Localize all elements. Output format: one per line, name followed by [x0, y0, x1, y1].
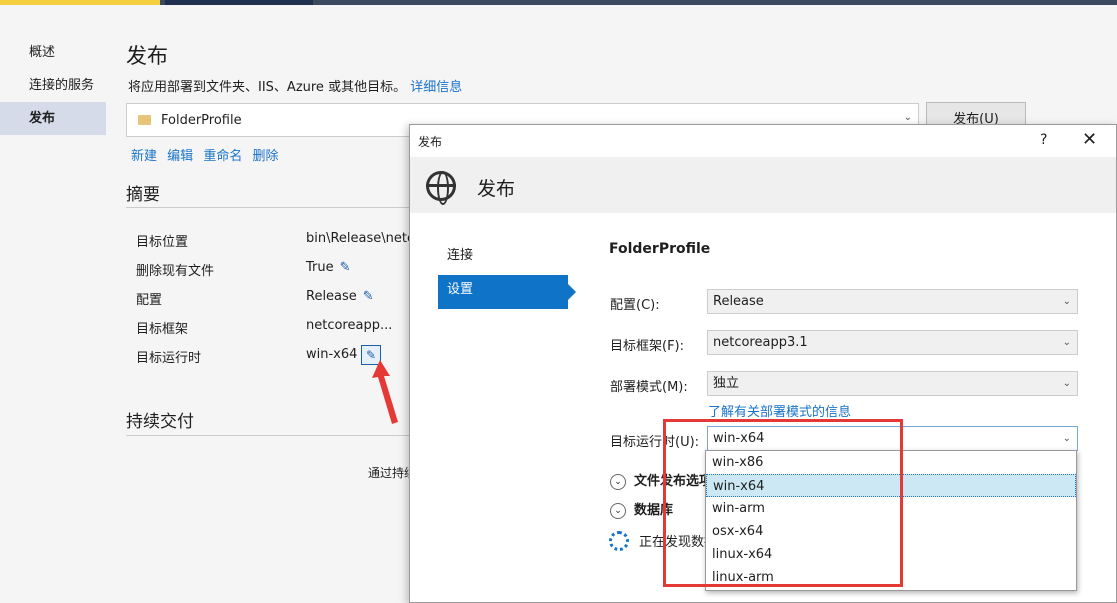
edit-profile-link[interactable]: 编辑: [167, 149, 193, 164]
deploy-mode-info-link[interactable]: 了解有关部署模式的信息: [708, 401, 851, 420]
deploy-mode-label: 部署模式(M):: [610, 380, 688, 395]
summary-value-config: Release ✎: [306, 289, 374, 304]
config-value: Release: [713, 294, 764, 309]
page-title: 发布: [126, 44, 168, 68]
deploy-mode-value: 独立: [713, 376, 740, 391]
loading-spinner-icon: [609, 531, 629, 551]
cd-title: 持续交付: [126, 412, 194, 432]
summary-label-framework: 目标框架: [136, 322, 189, 337]
chevron-down-icon: ⌄: [903, 112, 912, 123]
dialog-heading: 发布: [477, 178, 516, 200]
summary-value-delete-existing: True ✎: [306, 260, 351, 275]
dialog-titlebar: 发布 ? ✕: [410, 125, 1116, 157]
summary-value-text: netcoreapp...: [306, 318, 393, 333]
expand-chevron-icon: ⌄: [610, 473, 626, 490]
framework-select[interactable]: netcoreapp3.1 ⌄: [707, 330, 1078, 355]
globe-icon: [426, 171, 456, 205]
chevron-down-icon: ⌄: [1062, 337, 1071, 348]
details-link[interactable]: 详细信息: [410, 80, 462, 95]
summary-value-text: True: [306, 260, 334, 275]
top-tab-strip: [0, 0, 1117, 5]
summary-value-text: Release: [306, 289, 357, 304]
dialog-nav-connect[interactable]: 连接: [438, 241, 568, 275]
chevron-down-icon: ⌄: [1062, 378, 1071, 389]
dialog-header: 发布: [410, 157, 1116, 213]
summary-divider: [126, 207, 416, 208]
dialog-nav-settings[interactable]: 设置: [438, 275, 576, 309]
deploy-mode-select[interactable]: 独立 ⌄: [707, 371, 1078, 396]
summary-label-runtime: 目标运行时: [136, 351, 202, 366]
dialog-profile-name: FolderProfile: [609, 241, 711, 257]
document-tab[interactable]: [165, 0, 313, 5]
profile-name: FolderProfile: [161, 113, 242, 128]
help-icon[interactable]: ?: [1040, 132, 1047, 148]
summary-value-target-location: bin\Release\netc: [306, 231, 415, 246]
summary-label-delete-existing: 删除现有文件: [136, 264, 215, 279]
delete-profile-link[interactable]: 删除: [252, 149, 278, 164]
active-document-tab[interactable]: [0, 0, 160, 5]
new-profile-link[interactable]: 新建: [131, 149, 157, 164]
framework-label: 目标框架(F):: [610, 339, 685, 354]
page-description: 将应用部署到文件夹、IIS、Azure 或其他目标。 详细信息: [128, 76, 462, 95]
folder-icon: [138, 115, 151, 125]
chevron-down-icon: ⌄: [1062, 433, 1071, 444]
profile-actions: 新建 编辑 重命名 删除: [131, 145, 284, 164]
red-arrow-annotation: [372, 360, 398, 424]
description-text: 将应用部署到文件夹、IIS、Azure 或其他目标。: [128, 80, 407, 95]
summary-value-framework: netcoreapp...: [306, 318, 392, 333]
rename-profile-link[interactable]: 重命名: [203, 149, 242, 164]
config-select[interactable]: Release ⌄: [707, 289, 1078, 314]
sidebar-item-connected-services[interactable]: 连接的服务: [0, 69, 106, 102]
dialog-nav: 连接 设置: [438, 241, 576, 309]
summary-label-config: 配置: [136, 293, 163, 308]
pencil-icon[interactable]: ✎: [363, 289, 374, 304]
close-icon[interactable]: ✕: [1082, 129, 1097, 150]
summary-label-target-location: 目标位置: [136, 235, 189, 250]
cd-divider: [126, 435, 416, 436]
config-label: 配置(C):: [610, 298, 660, 313]
chevron-down-icon: ⌄: [1062, 296, 1071, 307]
red-highlight-box: [663, 419, 903, 587]
dialog-title: 发布: [418, 135, 443, 149]
framework-value: netcoreapp3.1: [713, 335, 808, 350]
summary-value-runtime: win-x64: [306, 347, 358, 362]
expand-chevron-icon: ⌄: [610, 502, 626, 519]
sidebar-item-publish[interactable]: 发布: [0, 102, 106, 135]
summary-title: 摘要: [126, 185, 160, 205]
pencil-icon[interactable]: ✎: [340, 260, 351, 275]
sidebar: 概述 连接的服务 发布: [0, 36, 106, 135]
sidebar-item-overview[interactable]: 概述: [0, 36, 106, 69]
